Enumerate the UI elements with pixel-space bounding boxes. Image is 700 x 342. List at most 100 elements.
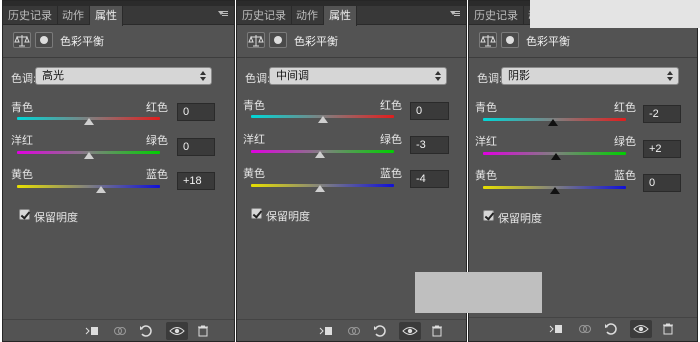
panel-footer [237, 319, 466, 341]
panel-menu-icon[interactable] [450, 10, 460, 18]
label-blue: 蓝色 [146, 168, 168, 181]
slider-thumb-cyan-red[interactable] [317, 116, 328, 123]
tab-history[interactable]: 历史记录 [3, 6, 58, 25]
input-magenta-green[interactable] [177, 138, 215, 156]
tab-bar: 历史记录 动作 属性 [3, 1, 234, 26]
tab-history[interactable]: 历史记录 [469, 6, 524, 25]
tab-actions[interactable]: 动作 [57, 6, 90, 25]
label-cyan: 青色 [475, 101, 497, 114]
preserve-luminosity-checkbox[interactable] [19, 209, 30, 220]
balance-icon [479, 32, 497, 48]
tone-select-value: 中间调 [276, 69, 309, 82]
tab-actions[interactable]: 动作 [291, 6, 324, 25]
tone-select[interactable]: 高光 [35, 67, 212, 85]
input-cyan-red[interactable] [643, 105, 681, 123]
visibility-toggle[interactable] [399, 322, 421, 340]
clip-to-layer-icon[interactable] [319, 325, 333, 337]
view-previous-state-icon[interactable] [347, 325, 361, 337]
visibility-toggle[interactable] [166, 322, 188, 340]
label-red: 红色 [614, 101, 636, 114]
input-cyan-red[interactable] [410, 102, 449, 120]
label-yellow: 黄色 [11, 168, 33, 181]
balance-icon [247, 32, 265, 48]
label-yellow: 黄色 [475, 169, 497, 182]
select-updown-icon [435, 71, 441, 81]
visibility-eye-icon [169, 327, 185, 335]
slider-thumb-magenta-green[interactable] [550, 153, 561, 160]
preserve-luminosity-label: 保留明度 [34, 211, 78, 224]
tone-label: 色调: [11, 72, 37, 85]
preserve-luminosity-checkbox[interactable] [483, 210, 494, 221]
view-previous-state-icon[interactable] [113, 325, 127, 337]
select-updown-icon [200, 71, 206, 81]
mask-dot [40, 36, 48, 44]
reset-icon[interactable] [604, 323, 618, 335]
delete-trash-icon[interactable] [430, 325, 444, 337]
mask-dot [506, 36, 514, 44]
layer-mask-icon[interactable] [35, 32, 53, 48]
label-magenta: 洋红 [475, 135, 497, 148]
delete-trash-icon[interactable] [196, 325, 210, 337]
layer-mask-icon[interactable] [269, 32, 287, 48]
clip-to-layer-icon[interactable] [85, 325, 99, 337]
visibility-eye-icon [402, 327, 418, 335]
label-magenta: 洋红 [243, 133, 265, 146]
divider [237, 57, 466, 58]
input-cyan-red[interactable] [177, 103, 215, 121]
light-overlay-block [530, 0, 700, 28]
select-updown-icon [667, 71, 673, 81]
slider-yellow-blue[interactable] [17, 185, 160, 188]
input-yellow-blue[interactable] [643, 174, 681, 192]
preserve-luminosity-checkbox[interactable] [251, 208, 262, 219]
tone-label: 色调: [245, 72, 271, 85]
preserve-luminosity-label: 保留明度 [266, 210, 310, 223]
properties-header: 色彩平衡 [237, 27, 466, 55]
label-green: 绿色 [146, 134, 168, 147]
divider [3, 57, 234, 58]
gray-overlay-block [415, 272, 542, 313]
tab-bar: 历史记录 动作 属性 [237, 1, 466, 26]
tab-properties[interactable]: 属性 [324, 6, 357, 26]
slider-thumb-yellow-blue[interactable] [314, 185, 325, 192]
slider-thumb-yellow-blue[interactable] [549, 187, 560, 194]
tone-select[interactable]: 阴影 [501, 67, 679, 85]
tab-history[interactable]: 历史记录 [237, 6, 292, 25]
panel-title: 色彩平衡 [60, 35, 104, 48]
slider-thumb-cyan-red[interactable] [548, 119, 559, 126]
input-yellow-blue[interactable] [410, 170, 449, 188]
tone-select-value: 阴影 [508, 69, 530, 82]
slider-thumb-magenta-green[interactable] [83, 152, 94, 159]
mask-dot [274, 36, 282, 44]
panel-footer [469, 317, 697, 339]
panel-footer [3, 319, 234, 341]
input-magenta-green[interactable] [643, 140, 681, 158]
preserve-luminosity-label: 保留明度 [498, 212, 542, 225]
label-yellow: 黄色 [243, 167, 265, 180]
slider-thumb-magenta-green[interactable] [315, 151, 326, 158]
label-green: 绿色 [380, 133, 402, 146]
tone-select[interactable]: 中间调 [269, 67, 447, 85]
clip-to-layer-icon[interactable] [549, 323, 563, 335]
input-magenta-green[interactable] [410, 136, 449, 154]
reset-icon[interactable] [373, 325, 387, 337]
tab-properties[interactable]: 属性 [90, 6, 123, 26]
reset-icon[interactable] [139, 325, 153, 337]
label-cyan: 青色 [11, 101, 33, 114]
delete-trash-icon[interactable] [661, 323, 675, 335]
properties-panel-highlights: 历史记录 动作 属性 色彩平衡 色调: 高光 青色 红色 洋红 绿色 黄色 蓝色… [2, 0, 235, 342]
properties-header: 色彩平衡 [3, 27, 234, 55]
slider-thumb-yellow-blue[interactable] [96, 186, 107, 193]
slider-thumb-cyan-red[interactable] [83, 118, 94, 125]
label-blue: 蓝色 [614, 169, 636, 182]
panel-menu-icon[interactable] [218, 10, 228, 18]
visibility-toggle[interactable] [630, 320, 652, 338]
divider [469, 57, 697, 58]
tone-select-value: 高光 [42, 69, 64, 82]
input-yellow-blue[interactable] [177, 172, 215, 190]
layer-mask-icon[interactable] [501, 32, 519, 48]
properties-header: 色彩平衡 [469, 27, 697, 55]
visibility-eye-icon [633, 325, 649, 333]
tone-label: 色调: [477, 72, 503, 85]
view-previous-state-icon[interactable] [578, 323, 592, 335]
panel-title: 色彩平衡 [526, 35, 570, 48]
